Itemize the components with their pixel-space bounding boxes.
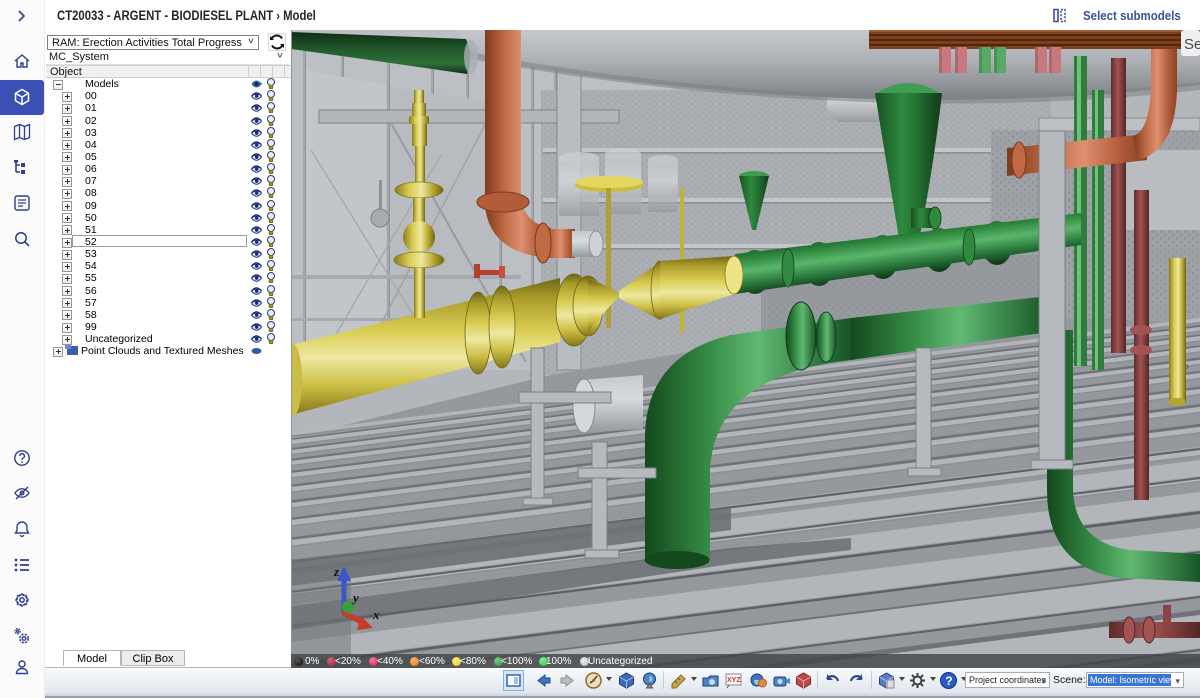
svg-text:XYZ: XYZ <box>727 677 741 684</box>
svg-text:?: ? <box>945 674 952 688</box>
svg-text:z: z <box>333 564 340 579</box>
svg-text:x: x <box>372 607 380 622</box>
svg-text:›: › <box>1185 359 1189 373</box>
svg-text:Se: Se <box>1184 36 1200 53</box>
svg-text:y: y <box>351 590 359 605</box>
